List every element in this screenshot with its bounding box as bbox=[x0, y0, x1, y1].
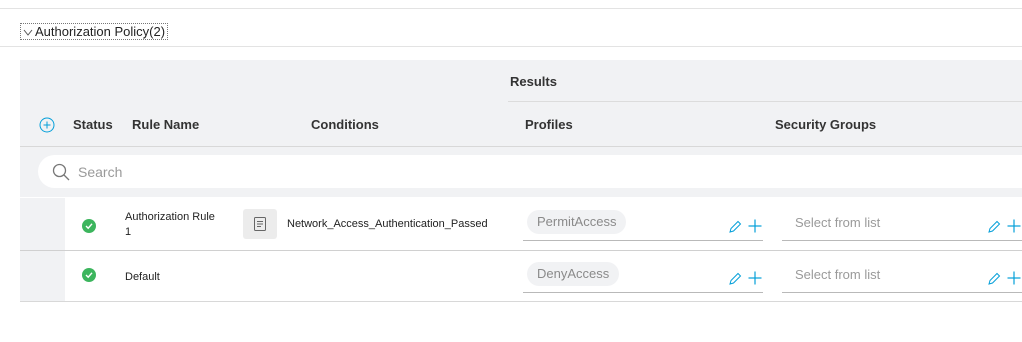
checkmark-icon bbox=[85, 223, 93, 230]
table-header: Results Status Rule Name Conditions Prof… bbox=[20, 60, 1022, 146]
search-input[interactable]: Search bbox=[78, 164, 122, 180]
chevron-down-icon bbox=[23, 29, 33, 36]
security-group-field-underline bbox=[782, 292, 1022, 293]
results-divider bbox=[508, 101, 1022, 102]
edit-pencil-icon[interactable] bbox=[986, 219, 1002, 235]
top-divider bbox=[0, 8, 1022, 9]
plus-icon[interactable] bbox=[747, 218, 763, 234]
edit-pencil-icon[interactable] bbox=[727, 219, 743, 235]
status-enabled-icon[interactable] bbox=[82, 268, 96, 282]
profile-tag[interactable]: DenyAccess bbox=[527, 262, 620, 286]
security-group-field-underline bbox=[782, 240, 1022, 241]
profiles-field-underline bbox=[523, 292, 763, 293]
edit-pencil-icon[interactable] bbox=[727, 271, 743, 287]
security-group-select[interactable]: Select from list bbox=[795, 215, 880, 230]
condition-type-badge bbox=[243, 209, 277, 239]
table-bottom-divider bbox=[20, 301, 1022, 302]
search-icon bbox=[52, 163, 70, 180]
results-group-header: Results bbox=[510, 74, 557, 89]
profiles-field-underline bbox=[523, 240, 763, 241]
rule-name-line2[interactable]: 1 bbox=[125, 225, 131, 240]
plus-icon[interactable] bbox=[1006, 218, 1022, 234]
plus-icon[interactable] bbox=[1006, 270, 1022, 286]
section-title: Authorization Policy(2) bbox=[35, 24, 166, 39]
section-divider bbox=[0, 46, 1022, 47]
table-row: Default DenyAccess Select from list bbox=[0, 251, 1022, 301]
edit-pencil-icon[interactable] bbox=[986, 271, 1002, 287]
rule-name-line1[interactable]: Authorization Rule bbox=[125, 210, 215, 225]
column-header-profiles[interactable]: Profiles bbox=[525, 117, 573, 132]
rule-name-line1[interactable]: Default bbox=[125, 270, 160, 285]
section-toggle[interactable]: Authorization Policy(2) bbox=[20, 23, 169, 40]
plus-icon[interactable] bbox=[747, 270, 763, 286]
column-header-rule-name[interactable]: Rule Name bbox=[132, 117, 199, 132]
column-header-conditions[interactable]: Conditions bbox=[311, 117, 379, 132]
column-header-status[interactable]: Status bbox=[73, 117, 113, 132]
table-row: Authorization Rule 1 Network_Access_Auth… bbox=[0, 198, 1022, 250]
condition-text[interactable]: Network_Access_Authentication_Passed bbox=[287, 217, 488, 232]
security-group-select[interactable]: Select from list bbox=[795, 267, 880, 282]
add-circle-icon[interactable] bbox=[39, 117, 55, 133]
status-enabled-icon[interactable] bbox=[82, 219, 96, 233]
condition-document-icon bbox=[254, 217, 266, 231]
checkmark-icon bbox=[85, 272, 93, 279]
column-header-security-groups[interactable]: Security Groups bbox=[775, 117, 876, 132]
search-row: Search bbox=[20, 147, 1022, 197]
search-field[interactable]: Search bbox=[38, 155, 1022, 188]
profile-tag[interactable]: PermitAccess bbox=[527, 210, 627, 234]
